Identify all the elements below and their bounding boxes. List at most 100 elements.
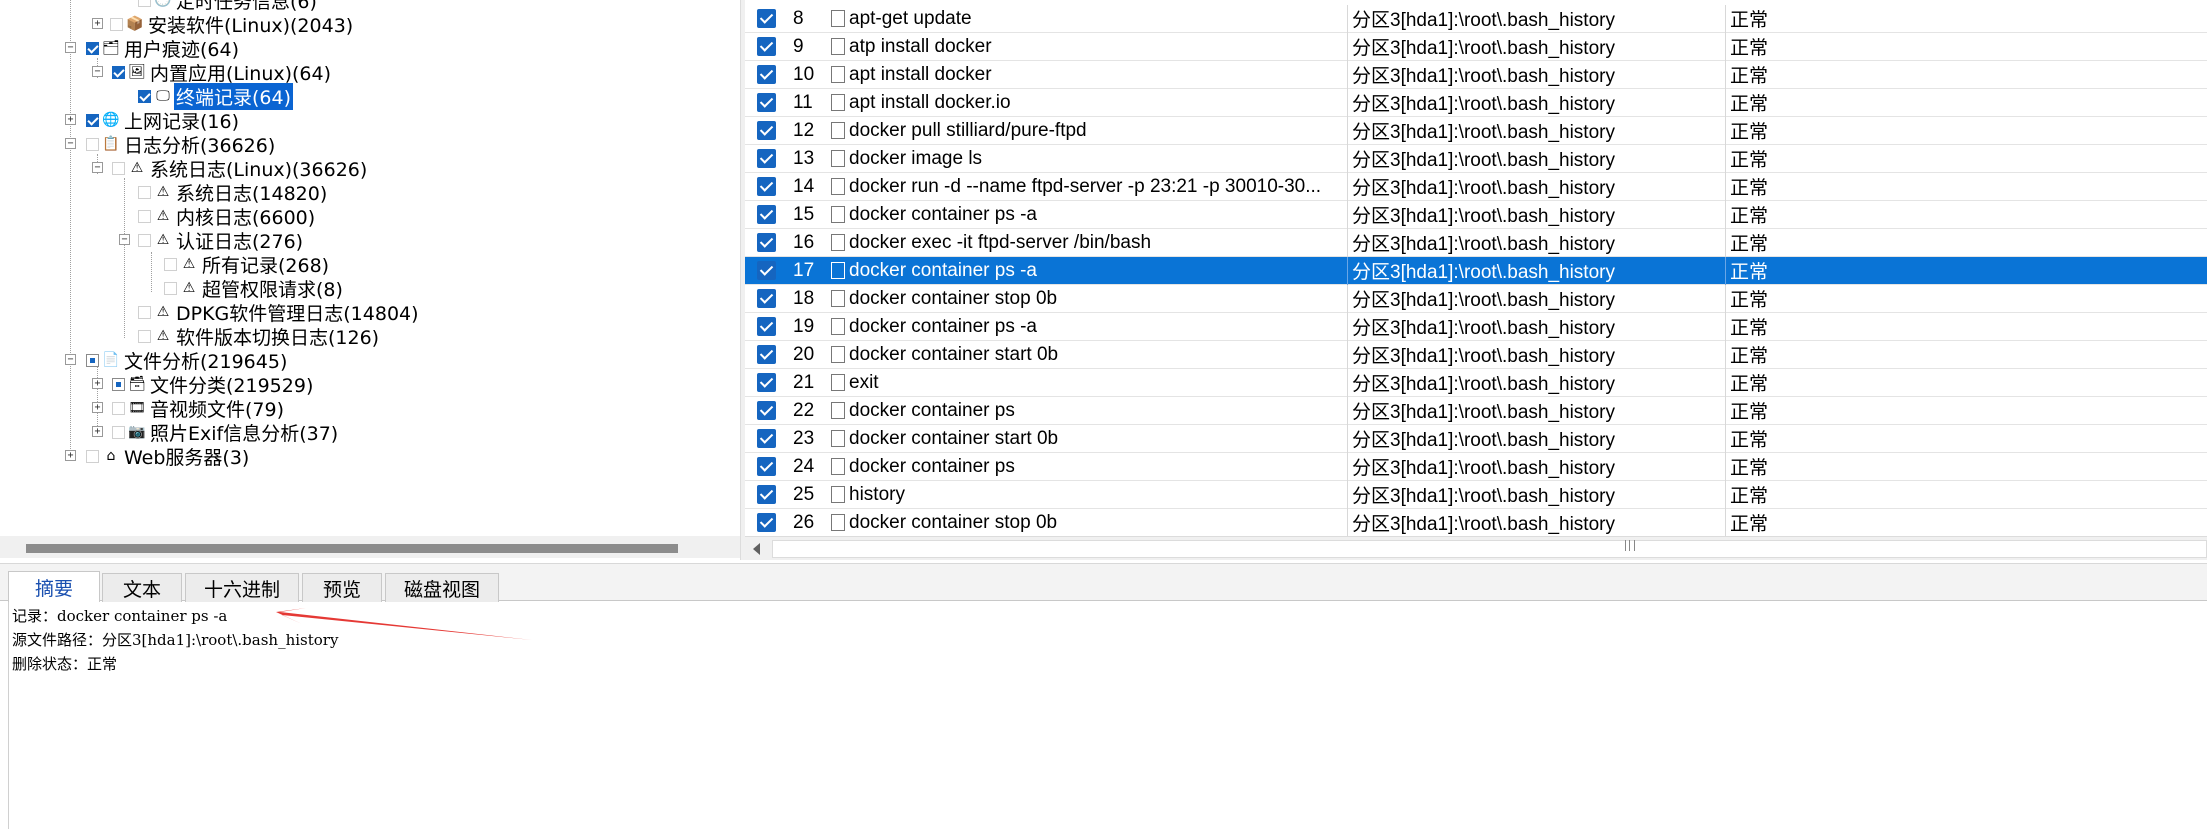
tree-checkbox[interactable] bbox=[138, 185, 151, 199]
tree-checkbox[interactable] bbox=[138, 305, 151, 319]
table-row[interactable]: 15 docker container ps -a 分区3[hda1]:\root\… bbox=[745, 201, 2207, 229]
table-row[interactable]: 11 apt install docker.io 分区3[hda1]:\root\.… bbox=[745, 89, 2207, 117]
tree-checkbox[interactable] bbox=[86, 41, 99, 55]
table-row[interactable]: 22 docker container ps 分区3[hda1]:\root\.ba… bbox=[745, 397, 2207, 425]
row-checkbox[interactable] bbox=[757, 65, 776, 84]
tree-checkbox[interactable] bbox=[112, 161, 125, 175]
table-row[interactable]: 20 docker container start 0b 分区3[hda1]:\ro… bbox=[745, 341, 2207, 369]
tree-checkbox[interactable] bbox=[164, 257, 177, 271]
row-checkbox[interactable] bbox=[757, 345, 776, 364]
tree-node[interactable]: ⚠ 系统日志(14820) bbox=[138, 180, 329, 205]
tree-checkbox[interactable] bbox=[112, 65, 125, 79]
tree-node[interactable]: ⚠ 所有记录(268) bbox=[164, 252, 331, 277]
table-row[interactable]: 23 docker container start 0b 分区3[hda1]:\ro… bbox=[745, 425, 2207, 453]
tree-checkbox[interactable] bbox=[112, 377, 125, 391]
collapse-toggle-icon[interactable]: − bbox=[119, 234, 130, 245]
collapse-toggle-icon[interactable]: − bbox=[65, 354, 76, 365]
tree-node[interactable]: 🗃 文件分类(219529) bbox=[112, 372, 315, 397]
row-checkbox[interactable] bbox=[757, 401, 776, 420]
expand-toggle-icon[interactable]: + bbox=[92, 378, 103, 389]
table-row[interactable]: 9 atp install docker 分区3[hda1]:\root\.bash… bbox=[745, 33, 2207, 61]
tree-checkbox[interactable] bbox=[112, 425, 125, 439]
row-checkbox[interactable] bbox=[757, 261, 776, 280]
expand-toggle-icon[interactable]: + bbox=[92, 18, 103, 29]
table-row[interactable]: 21 exit 分区3[hda1]:\root\.bash_history 正常 bbox=[745, 369, 2207, 397]
row-checkbox[interactable] bbox=[757, 373, 776, 392]
expand-toggle-icon[interactable]: + bbox=[65, 114, 76, 125]
tree-node[interactable]: 📄 文件分析(219645) bbox=[86, 348, 289, 373]
tree-checkbox[interactable] bbox=[138, 329, 151, 343]
table-row[interactable]: 18 docker container stop 0b 分区3[hda1]:\roo… bbox=[745, 285, 2207, 313]
tab-hex[interactable]: 十六进制 bbox=[185, 573, 299, 602]
tree-checkbox[interactable] bbox=[86, 449, 99, 463]
table-row[interactable]: 13 docker image ls 分区3[hda1]:\root\.bash_h… bbox=[745, 145, 2207, 173]
tree-checkbox[interactable] bbox=[112, 401, 125, 415]
tab-disk-view[interactable]: 磁盘视图 bbox=[385, 573, 499, 602]
row-checkbox[interactable] bbox=[757, 9, 776, 28]
table-row[interactable]: 25 history 分区3[hda1]:\root\.bash_history 正常 bbox=[745, 481, 2207, 509]
tree-checkbox[interactable] bbox=[164, 281, 177, 295]
tree-node[interactable]: ⚠ 软件版本切换日志(126) bbox=[138, 324, 381, 349]
collapse-toggle-icon[interactable]: − bbox=[92, 66, 103, 77]
row-checkbox[interactable] bbox=[757, 513, 776, 532]
row-checkbox[interactable] bbox=[757, 121, 776, 140]
tree-checkbox[interactable] bbox=[110, 17, 123, 31]
row-checkbox[interactable] bbox=[757, 205, 776, 224]
tab-preview[interactable]: 预览 bbox=[302, 573, 382, 602]
scrollbar-thumb[interactable] bbox=[772, 540, 2207, 558]
tree-checkbox[interactable] bbox=[86, 353, 99, 367]
tree-horizontal-scrollbar[interactable] bbox=[0, 536, 740, 558]
tree-checkbox[interactable] bbox=[86, 113, 99, 127]
tree-checkbox[interactable] bbox=[138, 0, 151, 7]
tab-text[interactable]: 文本 bbox=[102, 573, 182, 602]
tab-summary[interactable]: 摘要 bbox=[8, 571, 100, 603]
expand-toggle-icon[interactable]: + bbox=[92, 426, 103, 437]
row-checkbox[interactable] bbox=[757, 429, 776, 448]
table-row[interactable]: 24 docker container ps 分区3[hda1]:\root\.ba… bbox=[745, 453, 2207, 481]
tree-node[interactable]: 🎞 音视频文件(79) bbox=[112, 396, 286, 421]
tree-node[interactable]: 📦 安装软件(Linux)(2043) bbox=[110, 12, 355, 37]
row-checkbox[interactable] bbox=[757, 317, 776, 336]
tree-node[interactable]: ⚠ 超管权限请求(8) bbox=[164, 276, 345, 301]
scrollbar-thumb[interactable] bbox=[26, 544, 678, 553]
table-row[interactable]: 8 apt-get update 分区3[hda1]:\root\.bash_his… bbox=[745, 5, 2207, 33]
tree-node[interactable]: ⚠ DPKG软件管理日志(14804) bbox=[138, 300, 421, 325]
row-checkbox[interactable] bbox=[757, 149, 776, 168]
table-row[interactable]: 10 apt install docker 分区3[hda1]:\root\.bas… bbox=[745, 61, 2207, 89]
tree-checkbox[interactable] bbox=[138, 209, 151, 223]
table-row[interactable]: 16 docker exec -it ftpd-server /bin/bash 分… bbox=[745, 229, 2207, 257]
row-checkbox[interactable] bbox=[757, 233, 776, 252]
expand-toggle-icon[interactable]: + bbox=[92, 402, 103, 413]
collapse-toggle-icon[interactable]: − bbox=[65, 138, 76, 149]
table-row[interactable]: 19 docker container ps -a 分区3[hda1]:\root\… bbox=[745, 313, 2207, 341]
row-checkbox[interactable] bbox=[757, 177, 776, 196]
collapse-toggle-icon[interactable]: − bbox=[65, 42, 76, 53]
tree-node[interactable]: 🌐 上网记录(16) bbox=[86, 108, 241, 133]
row-checkbox[interactable] bbox=[757, 485, 776, 504]
tree-node[interactable]: 📷 照片Exif信息分析(37) bbox=[112, 420, 340, 445]
table-row[interactable]: 17 docker container ps -a 分区3[hda1]:\root\… bbox=[745, 257, 2207, 285]
table-row[interactable]: 12 docker pull stilliard/pure-ftpd 分区3[hda… bbox=[745, 117, 2207, 145]
row-checkbox[interactable] bbox=[757, 457, 776, 476]
grid-horizontal-scrollbar[interactable] bbox=[745, 536, 2207, 560]
collapse-toggle-icon[interactable]: − bbox=[92, 162, 103, 173]
tree-node[interactable]: ⚠ 系统日志(Linux)(36626) bbox=[112, 156, 369, 181]
tree-checkbox[interactable] bbox=[86, 137, 99, 151]
table-row[interactable]: 14 docker run -d --name ftpd-server -p 23… bbox=[745, 173, 2207, 201]
tree-node[interactable]: 🗂 用户痕迹(64) bbox=[86, 36, 241, 61]
tree-node[interactable]: ⚠ 认证日志(276) bbox=[138, 228, 305, 253]
table-row[interactable]: 26 docker container stop 0b 分区3[hda1]:\roo… bbox=[745, 509, 2207, 537]
tree-node[interactable]: 🖼 内置应用(Linux)(64) bbox=[112, 60, 333, 85]
expand-toggle-icon[interactable]: + bbox=[65, 450, 76, 461]
tree-checkbox[interactable] bbox=[138, 89, 151, 103]
row-checkbox[interactable] bbox=[757, 289, 776, 308]
row-checkbox[interactable] bbox=[757, 93, 776, 112]
scroll-left-arrow-icon[interactable] bbox=[753, 543, 760, 555]
tree-node[interactable]: ⚠ 内核日志(6600) bbox=[138, 204, 317, 229]
tree-checkbox[interactable] bbox=[138, 233, 151, 247]
row-checkbox[interactable] bbox=[757, 37, 776, 56]
tree-node[interactable]: ⌂ Web服务器(3) bbox=[86, 444, 251, 469]
tree-node[interactable]: 📋 日志分析(36626) bbox=[86, 132, 277, 157]
tree-node-terminal-records[interactable]: 🖵 终端记录(64) bbox=[138, 82, 294, 110]
status-cell: 正常 bbox=[1730, 430, 1769, 451]
